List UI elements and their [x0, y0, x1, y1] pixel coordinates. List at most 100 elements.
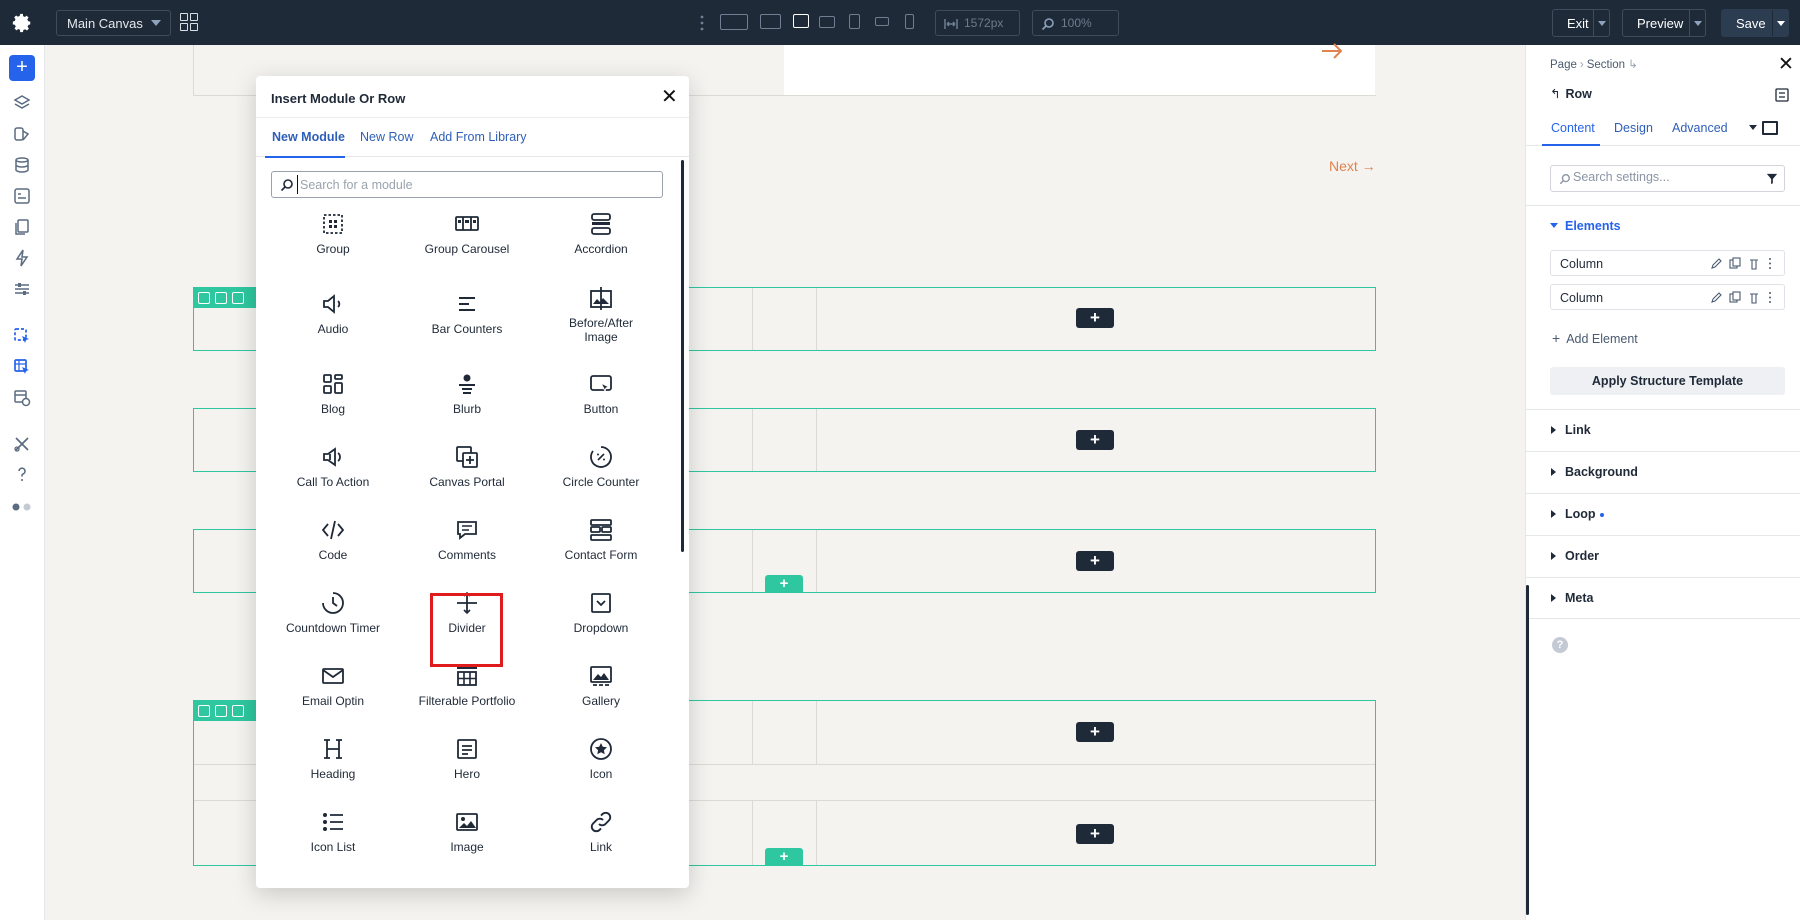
section-loop[interactable]: Loop — [1526, 493, 1800, 535]
add-module-button[interactable]: + — [1076, 722, 1114, 742]
module-link[interactable]: Link — [534, 810, 668, 874]
tools-icon[interactable] — [13, 435, 31, 453]
save-dropdown-icon[interactable] — [1772, 10, 1788, 36]
add-plus-icon[interactable]: + — [9, 55, 35, 81]
section-background[interactable]: Background — [1526, 451, 1800, 493]
back-arrow-icon[interactable]: ↰ — [1550, 87, 1560, 101]
module-blog[interactable]: Blog — [266, 372, 400, 436]
module-before-after-image[interactable]: Before/After Image — [534, 286, 668, 356]
module-comments[interactable]: Comments — [400, 518, 534, 582]
phone-view-icon[interactable] — [905, 14, 914, 29]
module-accordion[interactable]: Accordion — [534, 212, 668, 276]
modal-scrollbar[interactable] — [681, 160, 684, 552]
tab-content[interactable]: Content — [1551, 121, 1595, 135]
close-icon[interactable]: ✕ — [661, 87, 678, 107]
database-icon[interactable] — [13, 156, 31, 174]
tab-design[interactable]: Design — [1614, 121, 1653, 135]
desktop-wide-view-icon[interactable] — [720, 14, 748, 30]
module-group-carousel[interactable]: Group Carousel — [400, 212, 534, 276]
settings-search-box[interactable] — [1550, 165, 1785, 192]
save-button[interactable]: Save — [1721, 9, 1789, 37]
layers-icon[interactable] — [13, 94, 31, 112]
laptop-view-icon[interactable] — [793, 14, 809, 28]
next-link[interactable]: Next → — [1329, 158, 1376, 174]
caret-down-icon[interactable] — [1749, 125, 1757, 130]
module-hero[interactable]: Hero — [400, 737, 534, 801]
sliders-icon[interactable] — [13, 280, 31, 298]
tablet-landscape-view-icon[interactable] — [819, 16, 835, 28]
breadcrumb-page[interactable]: Page — [1550, 59, 1577, 71]
add-module-button[interactable]: + — [1076, 430, 1114, 450]
module-bar-counters[interactable]: Bar Counters — [400, 292, 534, 356]
template-settings-icon[interactable] — [13, 389, 31, 407]
module-filterable-portfolio[interactable]: Filterable Portfolio — [400, 664, 534, 728]
element-actions-icon[interactable] — [1710, 291, 1778, 304]
module-group[interactable]: Group — [266, 212, 400, 276]
layouts-grid-icon[interactable] — [180, 13, 198, 31]
section-link[interactable]: Link — [1526, 409, 1800, 451]
module-contact-form[interactable]: Contact Form — [534, 518, 668, 582]
filter-icon[interactable] — [1766, 173, 1778, 185]
box-view-icon[interactable] — [1762, 121, 1778, 135]
multi-select-icon[interactable] — [13, 358, 31, 376]
module-dropdown[interactable]: Dropdown — [534, 591, 668, 655]
exit-dropdown-icon[interactable] — [1593, 10, 1609, 36]
add-module-button[interactable]: + — [1076, 824, 1114, 844]
exit-button[interactable]: Exit — [1552, 9, 1610, 37]
more-vertical-icon[interactable] — [700, 15, 704, 31]
add-element-button[interactable]: + Add Element — [1552, 330, 1638, 346]
module-blurb[interactable]: Blurb — [400, 372, 534, 436]
preview-dropdown-icon[interactable] — [1689, 10, 1705, 36]
forms-icon[interactable] — [13, 187, 31, 205]
module-canvas-portal[interactable]: Canvas Portal — [400, 445, 534, 509]
elements-section-header[interactable]: Elements — [1526, 205, 1800, 245]
module-image[interactable]: Image — [400, 810, 534, 874]
pages-icon[interactable] — [13, 218, 31, 236]
zoom-field[interactable]: 100% — [1032, 10, 1119, 36]
settings-gear-icon[interactable] — [11, 12, 33, 34]
close-icon[interactable]: ✕ — [1778, 53, 1794, 76]
canvas-width-field[interactable]: 1572px — [935, 10, 1020, 36]
panel-options-icon[interactable] — [1775, 88, 1789, 102]
module-icon-list[interactable]: Icon List — [266, 810, 400, 874]
toggle-mode-icon[interactable] — [11, 498, 33, 516]
element-row-column[interactable]: Column — [1550, 250, 1785, 276]
panel-scrollbar[interactable] — [1526, 585, 1529, 915]
module-search-box[interactable] — [271, 171, 663, 198]
tablet-view-icon[interactable] — [849, 14, 860, 29]
settings-search-input[interactable] — [1573, 170, 1753, 184]
module-button[interactable]: Button — [534, 372, 668, 436]
breadcrumb-section[interactable]: Section — [1587, 59, 1625, 71]
module-icon[interactable]: Icon — [534, 737, 668, 801]
add-module-button[interactable]: + — [1076, 308, 1114, 328]
tab-new-module[interactable]: New Module — [272, 130, 345, 144]
element-row-column[interactable]: Column — [1550, 284, 1785, 310]
module-audio[interactable]: Audio — [266, 292, 400, 356]
help-question-icon[interactable] — [13, 465, 31, 483]
add-module-button[interactable]: + — [1076, 551, 1114, 571]
canvas-select[interactable]: Main Canvas — [56, 10, 171, 36]
module-circle-counter[interactable]: Circle Counter — [534, 445, 668, 509]
section-order[interactable]: Order — [1526, 535, 1800, 577]
module-countdown-timer[interactable]: Countdown Timer — [266, 591, 400, 655]
tab-advanced[interactable]: Advanced — [1672, 121, 1728, 135]
module-email-optin[interactable]: Email Optin — [266, 664, 400, 728]
add-row-button[interactable]: + — [765, 848, 803, 866]
desktop-view-icon[interactable] — [760, 14, 781, 29]
preview-button[interactable]: Preview — [1622, 9, 1706, 37]
phone-landscape-view-icon[interactable] — [875, 17, 889, 26]
add-row-button[interactable]: + — [765, 575, 803, 593]
arrow-right-icon[interactable] — [1320, 40, 1344, 62]
apply-structure-template-button[interactable]: Apply Structure Template — [1550, 367, 1785, 395]
lightning-icon[interactable] — [13, 249, 31, 267]
module-code[interactable]: Code — [266, 518, 400, 582]
design-variables-icon[interactable] — [13, 125, 31, 143]
module-call-to-action[interactable]: Call To Action — [266, 445, 400, 509]
section-meta[interactable]: Meta — [1526, 577, 1800, 619]
module-gallery[interactable]: Gallery — [534, 664, 668, 728]
help-icon[interactable]: ? — [1552, 637, 1568, 653]
tab-add-from-library[interactable]: Add From Library — [430, 130, 527, 144]
module-heading[interactable]: Heading — [266, 737, 400, 801]
pointer-select-icon[interactable] — [13, 327, 31, 345]
element-actions-icon[interactable] — [1710, 257, 1778, 270]
